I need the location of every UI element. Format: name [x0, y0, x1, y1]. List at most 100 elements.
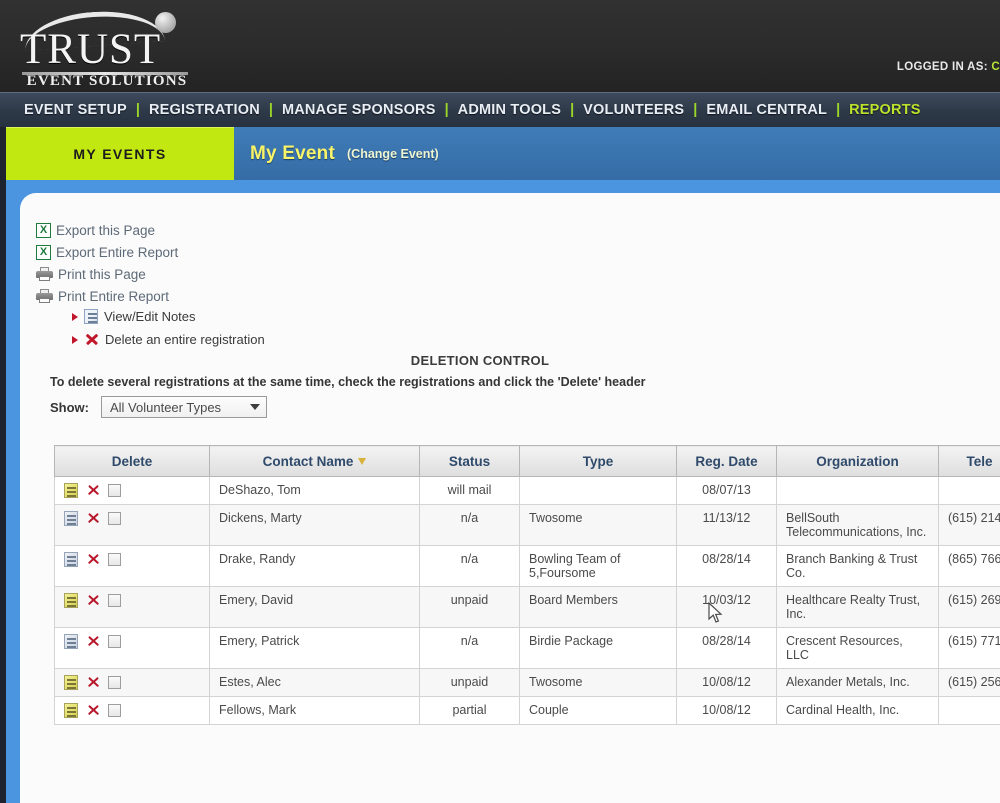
event-context-bar: My Event (Change Event) — [234, 127, 1000, 180]
edit-note-icon[interactable] — [64, 511, 78, 526]
row-organization: Cardinal Health, Inc. — [776, 696, 939, 725]
printer-icon — [36, 289, 53, 303]
column-header-reg-date[interactable]: Reg. Date — [676, 445, 777, 477]
delete-row-icon[interactable] — [86, 594, 100, 608]
table-row: Drake, Randy n/a Bowling Team of 5,Fours… — [54, 545, 1000, 587]
excel-icon — [36, 222, 51, 238]
volunteer-type-selected-value: All Volunteer Types — [110, 399, 222, 415]
row-status: n/a — [419, 545, 520, 587]
row-delete-cell — [54, 545, 210, 587]
delete-registration-label: Delete an entire registration — [105, 332, 265, 347]
nav-item-email-central[interactable]: EMAIL CENTRAL — [706, 102, 827, 118]
delete-row-icon[interactable] — [86, 512, 100, 526]
logged-in-label: LOGGED IN AS: — [896, 61, 988, 73]
row-delete-cell — [54, 696, 210, 725]
column-header-status[interactable]: Status — [419, 445, 520, 477]
view-edit-notes-link[interactable]: View/Edit Notes — [72, 305, 265, 328]
edit-note-icon[interactable] — [64, 552, 78, 567]
triangle-bullet-icon — [72, 335, 78, 344]
table-row: Estes, Alec unpaid Twosome 10/08/12 Alex… — [54, 668, 1000, 697]
print-this-page-link[interactable]: Print this Page — [36, 263, 178, 285]
row-type: Twosome — [519, 668, 677, 697]
row-delete-cell — [54, 668, 210, 697]
frame-left-edge — [0, 127, 6, 803]
column-header-contact-name[interactable]: Contact Name — [209, 445, 420, 477]
row-checkbox[interactable] — [108, 484, 121, 497]
nav-item-registration[interactable]: REGISTRATION — [149, 102, 260, 118]
row-organization: BellSouth Telecommunications, Inc. — [776, 504, 939, 546]
delete-registration-link[interactable]: Delete an entire registration — [72, 328, 265, 351]
table-row: DeShazo, Tom will mail 08/07/13 — [54, 476, 1000, 505]
edit-note-icon[interactable] — [64, 483, 78, 498]
report-action-links: Export this Page Export Entire Report Pr… — [36, 219, 178, 307]
nav-separator: | — [444, 102, 449, 118]
row-status: n/a — [419, 627, 520, 669]
row-telephone: (615) 256 — [938, 668, 1000, 697]
delete-row-icon[interactable] — [86, 635, 100, 649]
column-header-telephone[interactable]: Tele — [938, 445, 1000, 477]
delete-x-icon — [84, 332, 99, 347]
table-row: Emery, David unpaid Board Members 10/03/… — [54, 586, 1000, 628]
edit-note-icon[interactable] — [64, 703, 78, 718]
row-status: will mail — [419, 476, 520, 505]
print-entire-report-label: Print Entire Report — [58, 288, 170, 304]
triangle-bullet-icon — [72, 312, 78, 321]
tab-strip: MY EVENTS My Event (Change Event) — [0, 127, 1000, 180]
edit-note-icon[interactable] — [64, 634, 78, 649]
row-status: unpaid — [419, 586, 520, 628]
export-this-page-link[interactable]: Export this Page — [36, 219, 178, 241]
trust-event-solutions-logo[interactable]: TRUST EVENT SOLUTIONS — [18, 6, 196, 89]
nav-separator: | — [268, 102, 273, 118]
row-delete-cell — [54, 504, 210, 546]
row-telephone — [938, 476, 1000, 505]
column-header-type[interactable]: Type — [519, 445, 677, 477]
delete-row-icon[interactable] — [86, 553, 100, 567]
row-checkbox[interactable] — [108, 594, 121, 607]
delete-row-icon[interactable] — [86, 676, 100, 690]
row-organization — [776, 476, 939, 505]
edit-note-icon[interactable] — [64, 675, 78, 690]
mouse-cursor — [708, 602, 723, 623]
volunteer-type-select[interactable]: All Volunteer Types — [101, 396, 267, 418]
nav-item-admin-tools[interactable]: ADMIN TOOLS — [458, 102, 561, 118]
notes-icon — [84, 309, 98, 324]
row-checkbox[interactable] — [108, 553, 121, 566]
registrations-table: Delete Contact Name Status Type Reg. Dat… — [54, 445, 1000, 725]
row-telephone: (615) 771 — [938, 627, 1000, 669]
nav-item-volunteers[interactable]: VOLUNTEERS — [583, 102, 684, 118]
change-event-link[interactable]: (Change Event) — [347, 147, 439, 161]
row-checkbox[interactable] — [108, 676, 121, 689]
row-checkbox[interactable] — [108, 635, 121, 648]
nav-item-reports[interactable]: REPORTS — [849, 102, 921, 118]
table-row: Dickens, Marty n/a Twosome 11/13/12 Bell… — [54, 504, 1000, 546]
row-contact-name: Emery, David — [209, 586, 420, 628]
row-organization: Alexander Metals, Inc. — [776, 668, 939, 697]
row-checkbox[interactable] — [108, 704, 121, 717]
table-header-row: Delete Contact Name Status Type Reg. Dat… — [54, 445, 1000, 477]
delete-row-icon[interactable] — [86, 484, 100, 498]
tab-my-events[interactable]: MY EVENTS — [6, 127, 234, 180]
nav-separator: | — [570, 102, 575, 118]
column-header-delete[interactable]: Delete — [54, 445, 210, 477]
row-type: Board Members — [519, 586, 677, 628]
nav-separator: | — [135, 102, 140, 118]
report-panel: Export this Page Export Entire Report Pr… — [20, 193, 1000, 803]
column-header-organization[interactable]: Organization — [776, 445, 939, 477]
deletion-control-title: DELETION CONTROL — [410, 353, 550, 368]
delete-row-icon[interactable] — [86, 704, 100, 718]
nav-item-event-setup[interactable]: EVENT SETUP — [24, 102, 127, 118]
show-filter-row: Show: All Volunteer Types — [50, 396, 267, 418]
view-edit-notes-label: View/Edit Notes — [104, 309, 196, 324]
registrations-table-wrapper: Delete Contact Name Status Type Reg. Dat… — [54, 445, 1000, 803]
table-row: Emery, Patrick n/a Birdie Package 08/28/… — [54, 627, 1000, 669]
print-entire-report-link[interactable]: Print Entire Report — [36, 285, 178, 307]
row-status: partial — [419, 696, 520, 725]
row-checkbox[interactable] — [108, 512, 121, 525]
row-organization: Healthcare Realty Trust, Inc. — [776, 586, 939, 628]
edit-note-icon[interactable] — [64, 593, 78, 608]
nav-item-manage-sponsors[interactable]: MANAGE SPONSORS — [282, 102, 436, 118]
nav-separator: | — [836, 102, 841, 118]
sort-arrow-icon — [358, 458, 367, 466]
export-entire-report-link[interactable]: Export Entire Report — [36, 241, 178, 263]
row-reg-date: 11/13/12 — [676, 504, 777, 546]
